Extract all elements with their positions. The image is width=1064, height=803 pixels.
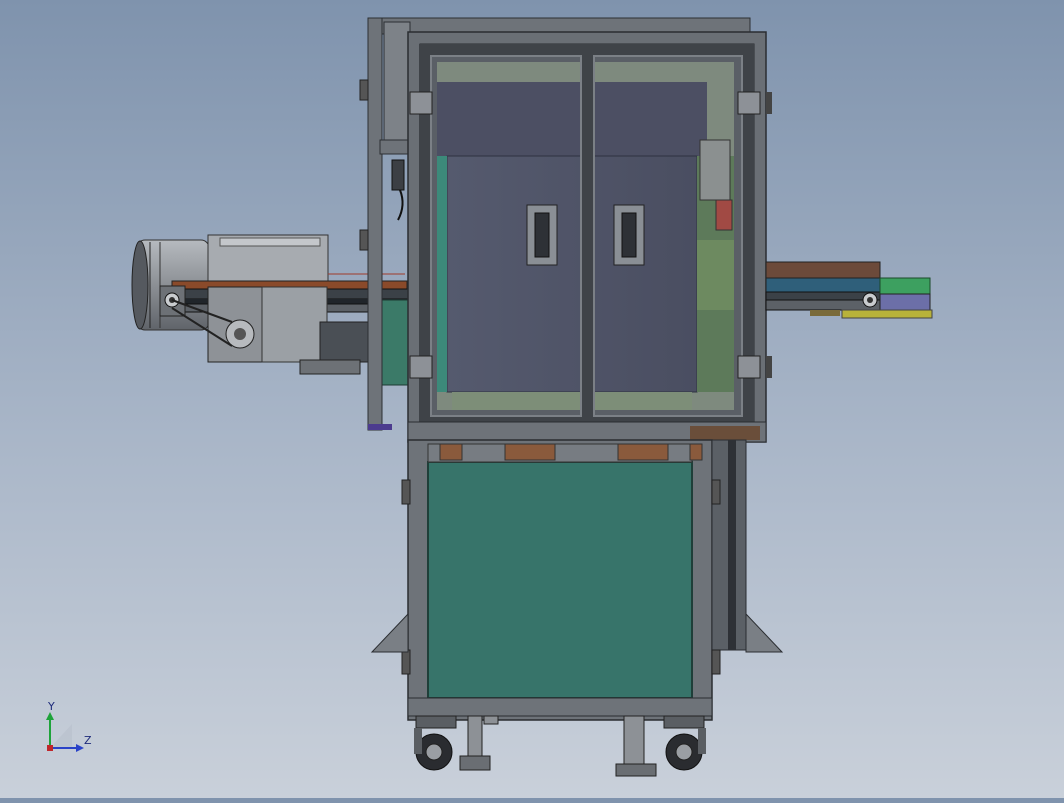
right-conveyor	[765, 261, 933, 319]
y-axis-arrow-icon	[46, 712, 54, 720]
coordinate-triad: Y Z	[38, 700, 98, 760]
left-door-handle	[526, 204, 558, 266]
leveling-foot-left	[459, 715, 499, 771]
leveling-foot-right	[615, 715, 657, 777]
upper-enclosure	[407, 31, 772, 443]
machine-assembly-drawing	[131, 17, 933, 777]
y-axis-label: Y	[48, 700, 55, 713]
origin-marker	[47, 745, 53, 751]
triad-axes	[46, 712, 84, 752]
z-axis-label: Z	[84, 734, 92, 747]
cad-viewport[interactable]	[0, 0, 1064, 798]
lower-cabinet	[370, 439, 784, 721]
z-axis-arrow-icon	[76, 744, 84, 752]
caster-right	[663, 715, 706, 771]
caster-left	[414, 715, 457, 771]
right-door-handle	[613, 204, 645, 266]
